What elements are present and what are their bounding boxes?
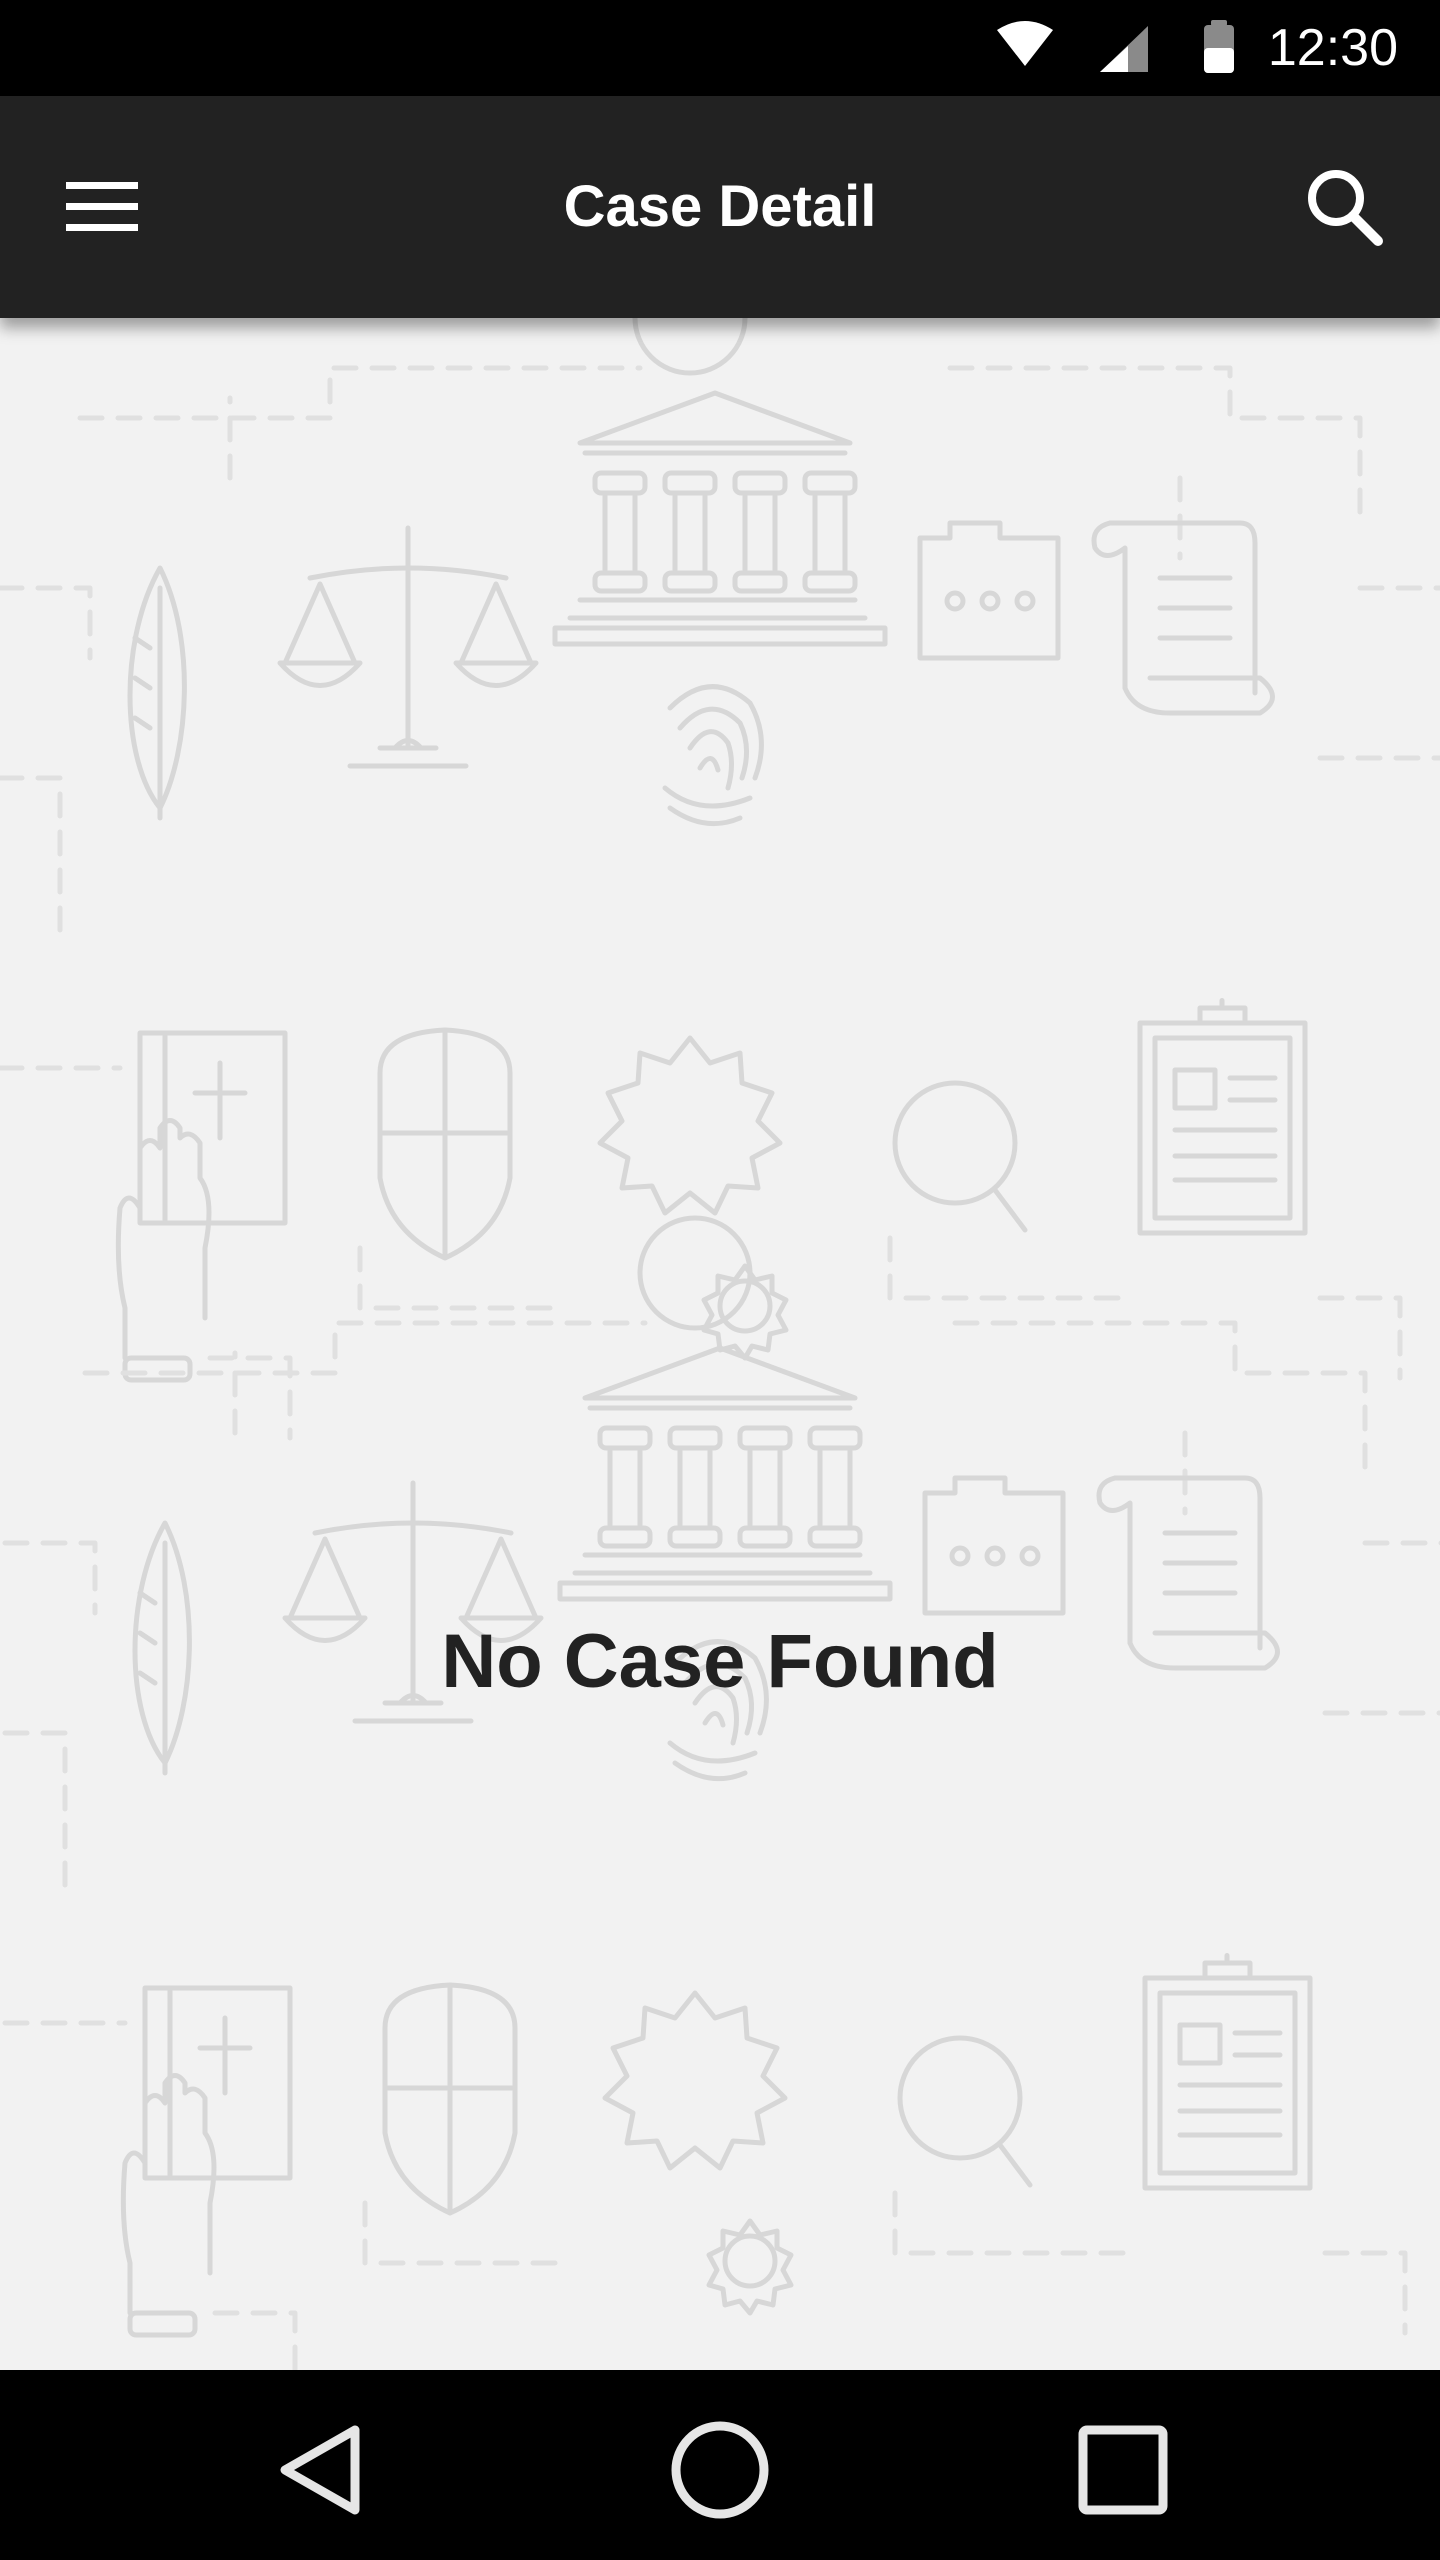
recents-button[interactable]: [1058, 2410, 1188, 2530]
status-bar: 12:30: [0, 0, 1440, 96]
back-button[interactable]: [255, 2410, 385, 2530]
search-button[interactable]: [1290, 156, 1400, 256]
cellular-signal-icon: [1100, 26, 1148, 72]
recents-icon: [1078, 2425, 1168, 2515]
background-pattern: [0, 318, 1440, 2370]
status-time: 12:30: [1267, 19, 1398, 77]
home-button[interactable]: [655, 2410, 785, 2530]
app-bar: Case Detail: [0, 96, 1440, 318]
empty-state-content: No Case Found: [0, 318, 1440, 2370]
empty-state-message: No Case Found: [441, 1619, 999, 1704]
search-icon: [1308, 170, 1383, 246]
wifi-icon: [997, 21, 1053, 66]
system-nav-bar: [0, 2370, 1440, 2560]
battery-icon: [1204, 20, 1234, 73]
back-icon: [280, 2425, 360, 2515]
home-icon: [671, 2421, 769, 2519]
page-title: Case Detail: [563, 174, 877, 239]
